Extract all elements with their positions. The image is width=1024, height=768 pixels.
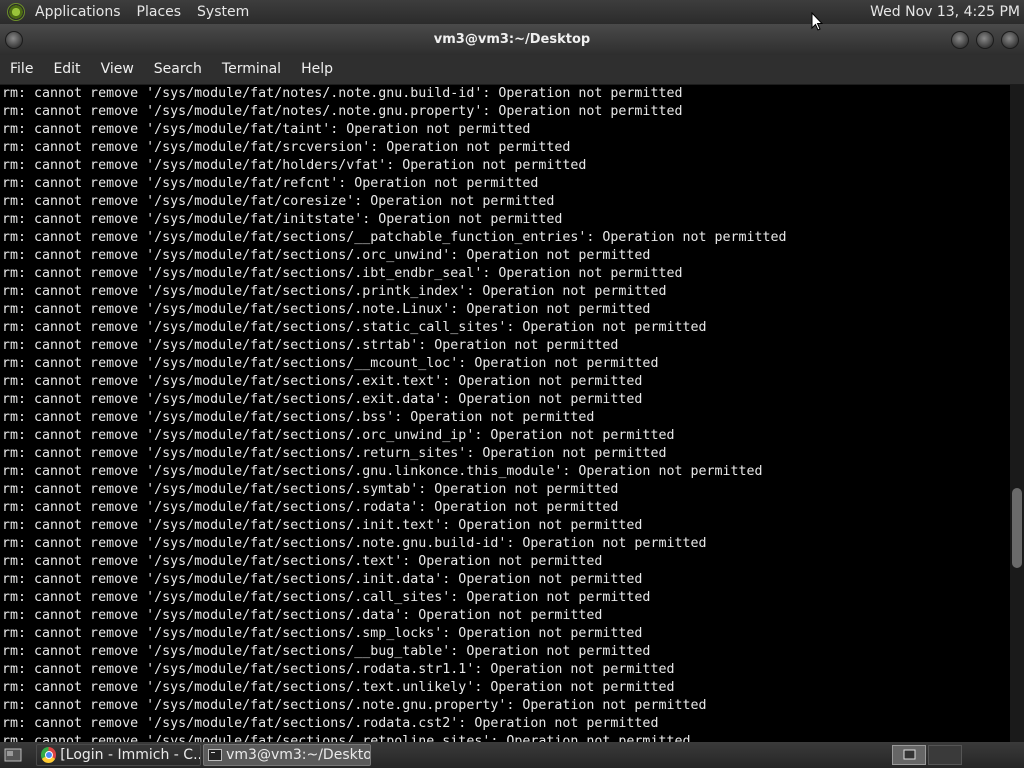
terminal-line: rm: cannot remove '/sys/module/fat/secti…: [2, 392, 643, 407]
menu-edit[interactable]: Edit: [43, 55, 90, 84]
menu-view[interactable]: View: [91, 55, 144, 84]
terminal-line: rm: cannot remove '/sys/module/fat/secti…: [2, 230, 787, 245]
terminal-line: rm: cannot remove '/sys/module/fat/secti…: [2, 428, 675, 443]
terminal-line: rm: cannot remove '/sys/module/fat/secti…: [2, 302, 651, 317]
terminal-line: rm: cannot remove '/sys/module/fat/notes…: [2, 104, 683, 119]
maximize-button[interactable]: [976, 31, 994, 49]
terminal-line: rm: cannot remove '/sys/module/fat/taint…: [2, 122, 531, 137]
menu-search[interactable]: Search: [144, 55, 212, 84]
show-desktop-icon[interactable]: [4, 747, 22, 763]
terminal-line: rm: cannot remove '/sys/module/fat/secti…: [2, 320, 707, 335]
menu-system[interactable]: System: [189, 0, 257, 24]
terminal-line: rm: cannot remove '/sys/module/fat/secti…: [2, 644, 651, 659]
clock[interactable]: Wed Nov 13, 4:25 PM: [870, 0, 1020, 24]
terminal-line: rm: cannot remove '/sys/module/fat/secti…: [2, 500, 619, 515]
terminal-line: rm: cannot remove '/sys/module/fat/secti…: [2, 338, 619, 353]
terminal-line: rm: cannot remove '/sys/module/fat/secti…: [2, 410, 595, 425]
mouse-pointer-icon: [811, 12, 823, 31]
terminal-line: rm: cannot remove '/sys/module/fat/secti…: [2, 734, 691, 742]
window-titlebar[interactable]: vm3@vm3:~/Desktop: [0, 24, 1024, 55]
terminal-line: rm: cannot remove '/sys/module/fat/secti…: [2, 464, 763, 479]
taskbar-item-label: vm3@vm3:~/Desktop: [226, 747, 370, 763]
menu-terminal[interactable]: Terminal: [212, 55, 291, 84]
terminal-line: rm: cannot remove '/sys/module/fat/secti…: [2, 482, 619, 497]
terminal-icon: [208, 749, 223, 761]
terminal-line: rm: cannot remove '/sys/module/fat/secti…: [2, 698, 707, 713]
terminal-line: rm: cannot remove '/sys/module/fat/secti…: [2, 626, 643, 641]
terminal-line: rm: cannot remove '/sys/module/fat/srcve…: [2, 140, 571, 155]
terminal-line: rm: cannot remove '/sys/module/fat/secti…: [2, 284, 667, 299]
chrome-icon: [41, 747, 57, 763]
close-button[interactable]: [1001, 31, 1019, 49]
terminal-line: rm: cannot remove '/sys/module/fat/cores…: [2, 194, 555, 209]
top-panel: Applications Places System Wed Nov 13, 4…: [0, 0, 1024, 24]
terminal-line: rm: cannot remove '/sys/module/fat/secti…: [2, 356, 659, 371]
terminal-line: rm: cannot remove '/sys/module/fat/secti…: [2, 554, 603, 569]
minimize-button[interactable]: [951, 31, 969, 49]
menu-help[interactable]: Help: [291, 55, 343, 84]
terminal-line: rm: cannot remove '/sys/module/fat/secti…: [2, 662, 675, 677]
terminal-line: rm: cannot remove '/sys/module/fat/holde…: [2, 158, 587, 173]
workspace-switcher-icon[interactable]: [892, 745, 926, 765]
terminal-output[interactable]: rm: cannot remove '/sys/module/fat/notes…: [0, 85, 1010, 742]
terminal-line: rm: cannot remove '/sys/module/fat/secti…: [2, 374, 643, 389]
terminal-line: rm: cannot remove '/sys/module/fat/secti…: [2, 248, 651, 263]
taskbar-item-terminal[interactable]: vm3@vm3:~/Desktop: [203, 744, 371, 766]
terminal-line: rm: cannot remove '/sys/module/fat/secti…: [2, 266, 683, 281]
terminal-line: rm: cannot remove '/sys/module/fat/secti…: [2, 536, 707, 551]
menu-places[interactable]: Places: [129, 0, 190, 24]
terminal-line: rm: cannot remove '/sys/module/fat/secti…: [2, 518, 643, 533]
window-title: vm3@vm3:~/Desktop: [433, 32, 591, 47]
menu-file[interactable]: File: [0, 55, 43, 84]
menu-applications[interactable]: Applications: [27, 0, 129, 24]
terminal-line: rm: cannot remove '/sys/module/fat/refcn…: [2, 176, 539, 191]
taskbar-item-browser[interactable]: [Login - Immich - C...: [36, 744, 201, 766]
terminal-line: rm: cannot remove '/sys/module/fat/secti…: [2, 716, 659, 731]
taskbar-item-label: [Login - Immich - C...: [60, 747, 200, 763]
distro-logo-icon[interactable]: [7, 3, 25, 21]
terminal-menubar: File Edit View Search Terminal Help: [0, 55, 1024, 85]
workspace-2[interactable]: [928, 745, 962, 765]
terminal-line: rm: cannot remove '/sys/module/fat/secti…: [2, 446, 667, 461]
terminal-line: rm: cannot remove '/sys/module/fat/inits…: [2, 212, 563, 227]
terminal-line: rm: cannot remove '/sys/module/fat/secti…: [2, 608, 603, 623]
terminal-line: rm: cannot remove '/sys/module/fat/secti…: [2, 680, 675, 695]
terminal-line: rm: cannot remove '/sys/module/fat/secti…: [2, 572, 643, 587]
bottom-panel: [Login - Immich - C... vm3@vm3:~/Desktop: [0, 742, 1024, 768]
terminal-scrollbar[interactable]: [1010, 85, 1024, 742]
terminal-line: rm: cannot remove '/sys/module/fat/notes…: [2, 86, 683, 101]
terminal-line: rm: cannot remove '/sys/module/fat/secti…: [2, 590, 651, 605]
scrollbar-thumb[interactable]: [1012, 488, 1022, 568]
